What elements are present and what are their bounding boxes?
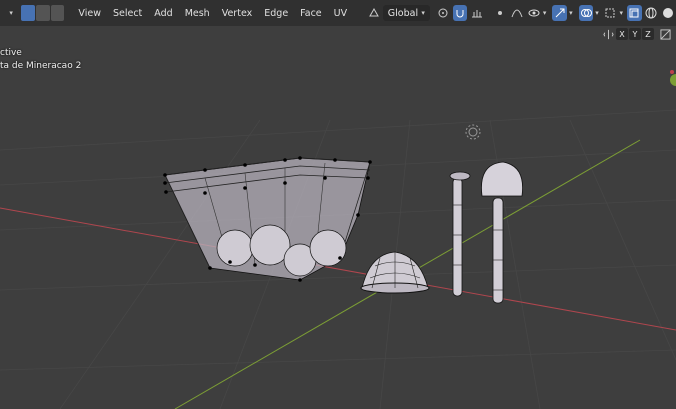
viewport-info-object: ta de Mineracao 2: [0, 61, 82, 71]
mirror-axis-toggles: X Y Z: [601, 27, 672, 41]
snap-target-icon[interactable]: [469, 5, 484, 21]
chevron-down-icon[interactable]: ▾: [569, 9, 573, 17]
editor-type-dropdown[interactable]: ▾: [1, 4, 21, 22]
chevron-down-icon: ▾: [419, 9, 425, 17]
menu-face[interactable]: Face: [294, 4, 327, 22]
menu-mesh[interactable]: Mesh: [179, 4, 216, 22]
viewport-header: ▾ View Select Add Mesh Vertex Edge Face …: [0, 0, 676, 26]
menu-add[interactable]: Add: [148, 4, 178, 22]
mesh-edit-overlay-icon[interactable]: [603, 5, 618, 21]
vertex-select-button[interactable]: [21, 5, 35, 21]
falloff-icon[interactable]: [510, 5, 525, 21]
proportional-edit-icon[interactable]: [493, 5, 508, 21]
mirror-z-toggle[interactable]: Z: [642, 28, 654, 40]
menu-vertex[interactable]: Vertex: [216, 4, 259, 22]
chevron-down-icon[interactable]: ▾: [595, 9, 599, 17]
mine-cart-mesh[interactable]: [163, 156, 372, 282]
edge-select-button[interactable]: [35, 5, 50, 21]
menu-edge[interactable]: Edge: [258, 4, 294, 22]
transform-orientation-label: Global: [387, 7, 419, 19]
nav-gizmo-x[interactable]: [670, 70, 674, 74]
helmet-mesh[interactable]: [360, 251, 430, 294]
chevron-down-icon[interactable]: ▾: [543, 9, 547, 17]
gizmo-toggle-icon[interactable]: [552, 5, 568, 21]
topology-mirror-icon[interactable]: [658, 28, 672, 40]
mirror-x-toggle[interactable]: X: [616, 28, 628, 40]
snap-toggle-icon[interactable]: [452, 5, 468, 21]
chevron-down-icon[interactable]: ▾: [619, 9, 623, 17]
shading-solid-icon[interactable]: [660, 5, 675, 21]
3d-viewport[interactable]: [0, 0, 676, 409]
overlays-toggle-icon[interactable]: [578, 5, 594, 21]
shovel-mesh[interactable]: [481, 161, 523, 304]
menu-select[interactable]: Select: [107, 4, 148, 22]
xray-toggle-icon[interactable]: [626, 5, 642, 21]
face-select-button[interactable]: [50, 5, 65, 21]
menu-view[interactable]: View: [72, 4, 107, 22]
light-object[interactable]: [465, 124, 481, 140]
menu-uv[interactable]: UV: [328, 4, 353, 22]
pivot-point-icon[interactable]: [436, 5, 451, 21]
transform-orientation-dropdown[interactable]: Global ▾: [382, 5, 430, 21]
viewport-scene: [0, 70, 676, 409]
mirror-y-toggle[interactable]: Y: [629, 28, 641, 40]
pickaxe-mesh[interactable]: [449, 171, 471, 297]
mirror-icon: [601, 29, 615, 40]
nav-gizmo-y[interactable]: [670, 74, 676, 86]
viewport-info-mode: ctive: [0, 48, 22, 58]
visibility-eye-icon[interactable]: [526, 5, 541, 21]
transform-orientation-icon[interactable]: [367, 5, 382, 21]
shading-wireframe-icon[interactable]: [644, 5, 659, 21]
